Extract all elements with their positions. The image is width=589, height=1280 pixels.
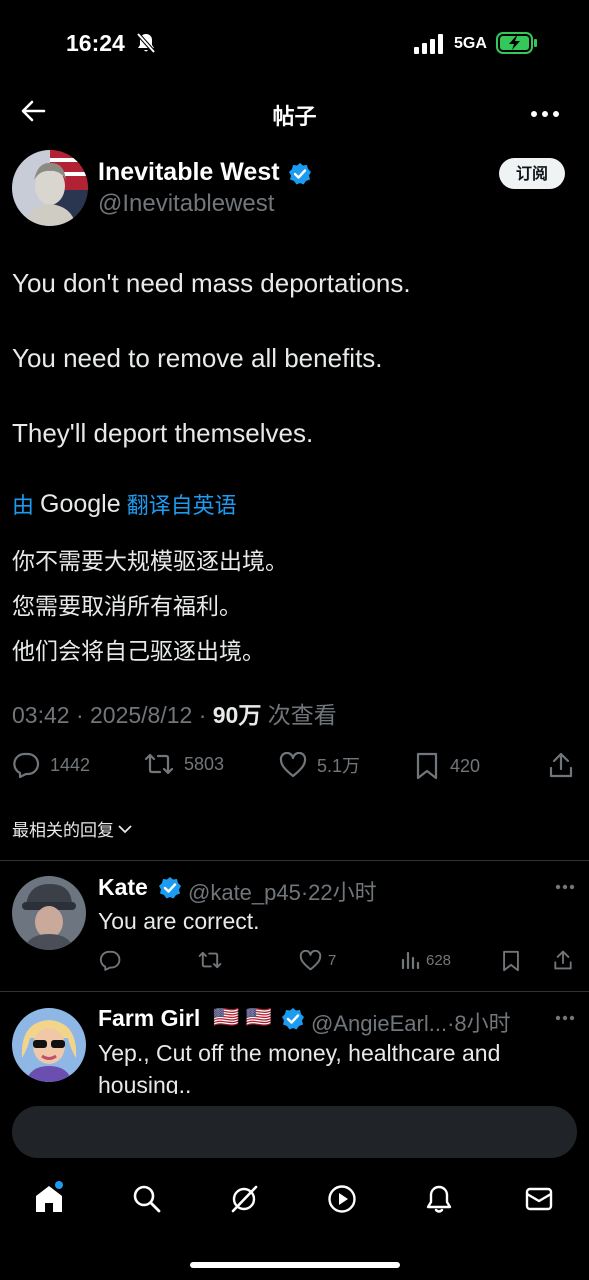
share-icon[interactable]: [553, 949, 573, 971]
reply-avatar[interactable]: [12, 1008, 86, 1082]
reply-handle-text: @kate_p45: [188, 880, 301, 905]
reply-avatar[interactable]: [12, 876, 86, 950]
home-notification-dot: [55, 1181, 63, 1189]
reply-author-name[interactable]: Kate: [98, 874, 148, 901]
reply-author-handle[interactable]: @kate_p45·22小时: [188, 875, 377, 907]
reply-text: You are correct.: [98, 908, 260, 934]
verified-icon: [282, 1008, 304, 1030]
replies-sort-label: 最相关的回复: [12, 821, 114, 840]
like-button[interactable]: 5.1万: [279, 752, 360, 778]
more-icon[interactable]: [530, 110, 560, 118]
like-icon: [299, 950, 322, 971]
reply-more-icon[interactable]: [555, 1015, 575, 1021]
home-indicator: [190, 1262, 400, 1268]
network-type: 5GA: [454, 35, 487, 52]
author-handle[interactable]: @Inevitablewest: [98, 190, 274, 218]
bookmark-icon: [416, 752, 438, 780]
chevron-down-icon: [118, 824, 132, 833]
divider: [0, 860, 589, 861]
messages-icon[interactable]: [524, 1184, 554, 1214]
translation-attribution[interactable]: 由 Google 翻译自英语: [12, 488, 237, 520]
search-icon[interactable]: [132, 1184, 162, 1214]
reply-icon: [13, 752, 40, 778]
post-meta: 03:42 · 2025/8/12 · 90万 次查看: [12, 696, 337, 730]
status-time: 16:24: [66, 30, 125, 56]
tweet-text-line: You don't need mass deportations.: [12, 268, 411, 298]
reply-like-count: 7: [328, 952, 337, 969]
reply-time: ·8小时: [447, 1011, 511, 1036]
author-name[interactable]: Inevitable West: [98, 158, 280, 187]
reply-repost-button[interactable]: [198, 950, 222, 970]
reply-text-line: Yep., Cut off the money, healthcare and: [98, 1040, 501, 1066]
author-avatar[interactable]: [12, 150, 88, 226]
divider: [0, 991, 589, 992]
bookmark-icon[interactable]: [501, 950, 521, 972]
view-count: 90万: [212, 702, 262, 728]
like-count: 5.1万: [317, 756, 361, 776]
replies-sort-dropdown[interactable]: 最相关的回复: [12, 816, 133, 841]
reply-composer[interactable]: [12, 1106, 577, 1158]
signal-icon: [414, 34, 443, 54]
reply-handle-text: @AngieEarl...: [311, 1011, 448, 1036]
grok-icon[interactable]: [229, 1184, 259, 1214]
translation-prefix: 由: [12, 493, 35, 518]
subscribe-button[interactable]: 订阅: [499, 158, 565, 189]
translated-text-line: 您需要取消所有福利。: [12, 593, 242, 619]
reply-icon: [99, 950, 121, 971]
verified-icon: [159, 877, 181, 899]
like-icon: [279, 752, 307, 778]
silent-mode-icon: [136, 32, 156, 54]
bookmark-count: 420: [450, 755, 481, 776]
tweet-text-line: They'll deport themselves.: [12, 418, 314, 448]
bookmark-button[interactable]: 420: [414, 752, 480, 780]
repost-button[interactable]: 5803: [144, 752, 224, 776]
reply-time: ·22小时: [300, 880, 377, 905]
translation-suffix: 翻译自英语: [126, 493, 237, 518]
repost-count: 5803: [184, 753, 225, 774]
reply-author-flags: 🇺🇸 🇺🇸: [213, 1005, 272, 1029]
translated-text-line: 他们会将自己驱逐出境。: [12, 638, 265, 664]
translated-text-line: 你不需要大规模驱逐出境。: [12, 548, 288, 574]
google-logo: Google: [40, 489, 121, 518]
battery-icon: [496, 32, 537, 54]
post-timestamp: 03:42 · 2025/8/12 ·: [12, 702, 213, 728]
reply-count: 1442: [50, 754, 91, 775]
video-icon[interactable]: [327, 1184, 357, 1214]
notifications-icon[interactable]: [424, 1184, 454, 1214]
repost-icon: [198, 951, 222, 969]
reply-text-line: housing..: [98, 1072, 192, 1096]
reply-author-name[interactable]: Farm Girl: [98, 1005, 200, 1032]
tweet-text-line: You need to remove all benefits.: [12, 343, 383, 373]
page-title: 帖子: [272, 104, 317, 129]
reply-view-count: 628: [426, 951, 452, 969]
views-icon: [401, 951, 420, 970]
view-count-label: 次查看: [261, 702, 337, 728]
verified-icon: [289, 163, 311, 185]
reply-input[interactable]: [34, 1119, 338, 1147]
reply-views-button[interactable]: 628: [400, 950, 451, 970]
reply-button[interactable]: 1442: [12, 752, 90, 778]
reply-author-handle[interactable]: @AngieEarl...·8小时: [311, 1006, 511, 1038]
reply-reply-button[interactable]: [99, 950, 121, 971]
reply-like-button[interactable]: 7: [299, 950, 336, 971]
repost-icon: [144, 753, 174, 775]
share-icon[interactable]: [548, 751, 574, 779]
reply-more-icon[interactable]: [555, 884, 575, 890]
